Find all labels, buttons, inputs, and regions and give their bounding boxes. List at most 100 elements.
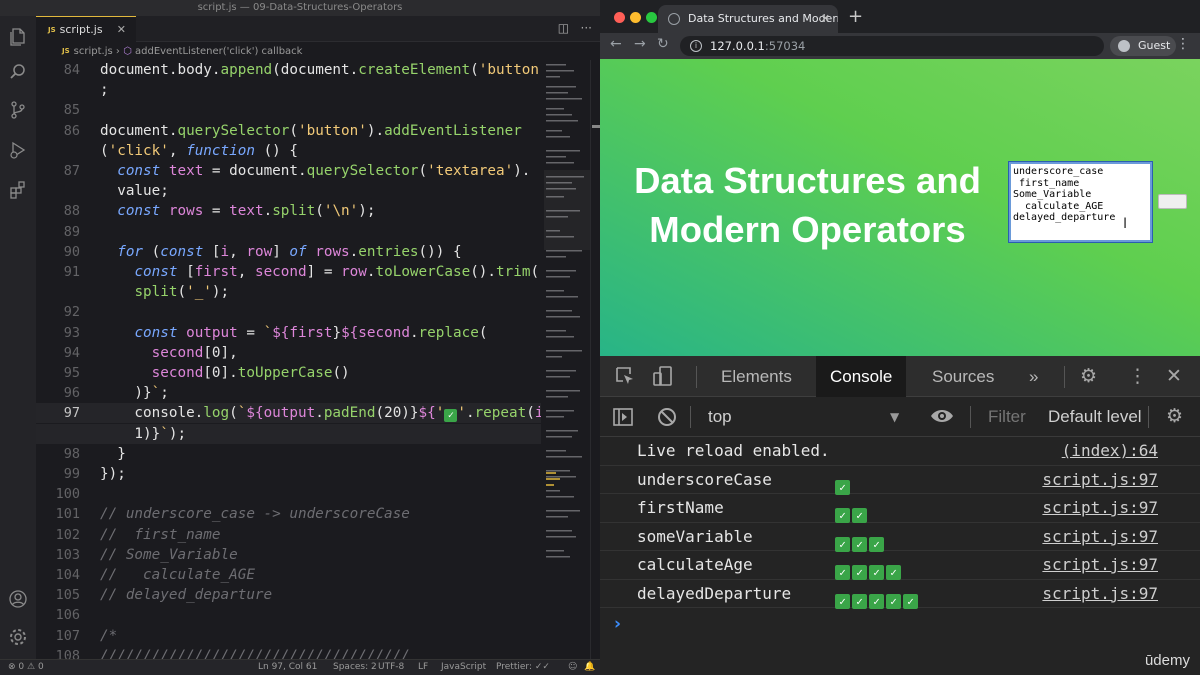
cursor-position[interactable]: Ln 97, Col 61: [258, 660, 317, 675]
code-line[interactable]: 91 const [first, second] = row.toLowerCa…: [36, 262, 541, 282]
settings-gear-icon[interactable]: ⚙: [1080, 365, 1097, 387]
console-prompt-chevron-icon[interactable]: ›: [614, 614, 621, 634]
live-expression-eye-icon[interactable]: [930, 405, 954, 432]
clear-console-icon[interactable]: [656, 406, 678, 433]
console-source-link[interactable]: script.js:97: [1042, 580, 1158, 608]
more-tabs-icon[interactable]: »: [1029, 356, 1038, 397]
code-line[interactable]: 97 console.log(`${output.padEnd(20)}${' ✓…: [36, 403, 541, 424]
device-toolbar-icon[interactable]: [652, 365, 674, 392]
code-line[interactable]: 100: [36, 484, 541, 504]
code-line[interactable]: 104 // calculate_AGE: [36, 565, 541, 585]
reload-button[interactable]: ↻: [657, 36, 669, 52]
minimize-window-button[interactable]: [630, 12, 641, 23]
inspect-element-icon[interactable]: [614, 365, 636, 392]
extensions-icon[interactable]: [8, 180, 28, 200]
profile-button[interactable]: Guest: [1110, 36, 1176, 56]
forward-button[interactable]: →: [634, 36, 646, 52]
code-line[interactable]: 84 document.body.append(document.createEl…: [36, 60, 541, 80]
code-line[interactable]: 96 )}`;: [36, 383, 541, 403]
more-actions-icon[interactable]: ···: [581, 21, 592, 35]
input-textarea[interactable]: [1008, 161, 1153, 243]
console-source-link[interactable]: (index):64: [1062, 437, 1158, 465]
split-editor-icon[interactable]: ◫: [558, 21, 569, 35]
code-line[interactable]: 88 const rows = text.split('\n');: [36, 201, 541, 221]
end-of-line[interactable]: LF: [418, 660, 428, 675]
code-text: }: [100, 445, 126, 462]
code-line[interactable]: 108 ////////////////////////////////////: [36, 646, 541, 659]
close-window-button[interactable]: [614, 12, 625, 23]
code-editor[interactable]: 84 document.body.append(document.createEl…: [36, 60, 541, 659]
convert-button[interactable]: [1158, 194, 1187, 209]
code-line[interactable]: 89: [36, 222, 541, 242]
new-tab-button[interactable]: +: [848, 6, 863, 27]
run-debug-icon[interactable]: [8, 140, 28, 160]
sidebar-toggle-icon[interactable]: [612, 406, 634, 433]
breadcrumb-file[interactable]: script.js: [74, 46, 113, 57]
code-line[interactable]: value;: [36, 181, 541, 201]
code-line[interactable]: 98 }: [36, 444, 541, 464]
editor-scrollbar[interactable]: [590, 60, 600, 659]
close-tab-icon[interactable]: ✕: [821, 5, 830, 33]
code-line[interactable]: 103 // Some_Variable: [36, 545, 541, 565]
search-icon[interactable]: [8, 62, 28, 82]
tab-script-js[interactable]: JS script.js ✕: [36, 16, 136, 42]
account-icon[interactable]: [8, 589, 28, 609]
code-line[interactable]: ('click', function () {: [36, 141, 541, 161]
source-control-icon[interactable]: [8, 100, 28, 120]
chevron-down-icon[interactable]: ▼: [890, 397, 899, 437]
indentation[interactable]: Spaces: 2: [333, 660, 377, 675]
back-button[interactable]: ←: [610, 36, 622, 52]
console-source-link[interactable]: script.js:97: [1042, 494, 1158, 522]
maximize-window-button[interactable]: [646, 12, 657, 23]
tab-sources[interactable]: Sources: [932, 356, 994, 397]
encoding[interactable]: UTF-8: [378, 660, 404, 675]
line-number: 95: [63, 365, 80, 381]
scrollbar-thumb[interactable]: [592, 125, 600, 128]
tab-console[interactable]: Console: [816, 356, 907, 397]
code-line[interactable]: 93 const output = `${first}${second.repl…: [36, 323, 541, 343]
prettier-status[interactable]: Prettier: ✓✓: [496, 660, 550, 675]
check-mark-icon: ✓: [852, 565, 867, 580]
code-line[interactable]: 95 second[0].toUpperCase(): [36, 363, 541, 383]
devtools-menu-icon[interactable]: ⋮: [1128, 365, 1147, 387]
console-filter-input[interactable]: [978, 403, 1038, 431]
code-line[interactable]: split('_');: [36, 282, 541, 302]
close-icon[interactable]: ✕: [117, 17, 126, 42]
tab-elements[interactable]: Elements: [721, 356, 792, 397]
code-line[interactable]: 102 // first_name: [36, 525, 541, 545]
code-line[interactable]: 105 // delayed_departure: [36, 585, 541, 605]
code-line[interactable]: 106: [36, 605, 541, 625]
code-line[interactable]: 107 /*: [36, 626, 541, 646]
feedback-icon[interactable]: ☺: [568, 660, 577, 675]
browser-menu-icon[interactable]: ⋮: [1176, 36, 1190, 52]
code-line[interactable]: 94 second[0],: [36, 343, 541, 363]
code-line[interactable]: 85: [36, 100, 541, 120]
console-source-link[interactable]: script.js:97: [1042, 523, 1158, 551]
code-line[interactable]: 87 const text = document.querySelector('…: [36, 161, 541, 181]
console-source-link[interactable]: script.js:97: [1042, 551, 1158, 579]
code-text: split('_');: [134, 284, 230, 301]
language-mode[interactable]: JavaScript: [441, 660, 486, 675]
code-line[interactable]: 92: [36, 302, 541, 322]
browser-tab[interactable]: Data Structures and Modern O ✕: [658, 5, 838, 33]
explorer-icon[interactable]: [8, 26, 28, 46]
line-number: 103: [55, 546, 80, 563]
console-source-link[interactable]: script.js:97: [1042, 466, 1158, 494]
settings-gear-icon[interactable]: [8, 627, 28, 647]
code-line[interactable]: 101 // underscore_case -> underscoreCase: [36, 504, 541, 524]
notifications-icon[interactable]: 🔔: [584, 660, 595, 675]
log-levels-dropdown[interactable]: Default levels: [1048, 397, 1142, 437]
code-line[interactable]: 86 document.querySelector('button').addEv…: [36, 121, 541, 141]
code-line[interactable]: 1)}`);: [36, 423, 541, 444]
minimap[interactable]: [544, 60, 590, 659]
console-settings-gear-icon[interactable]: ⚙: [1166, 405, 1183, 427]
info-icon[interactable]: i: [690, 40, 702, 52]
code-line[interactable]: 99});: [36, 464, 541, 484]
close-devtools-icon[interactable]: ✕: [1166, 365, 1182, 387]
code-line[interactable]: 90 for (const [i, row] of rows.entries()…: [36, 242, 541, 262]
code-line[interactable]: ;: [36, 80, 541, 100]
problems-indicator[interactable]: ⊗ 0 ⚠ 0: [8, 660, 44, 675]
breadcrumb-symbol[interactable]: addEventListener('click') callback: [135, 46, 302, 57]
address-bar[interactable]: i 127.0.0.1:57034: [680, 36, 1104, 56]
context-selector[interactable]: top: [708, 397, 732, 437]
